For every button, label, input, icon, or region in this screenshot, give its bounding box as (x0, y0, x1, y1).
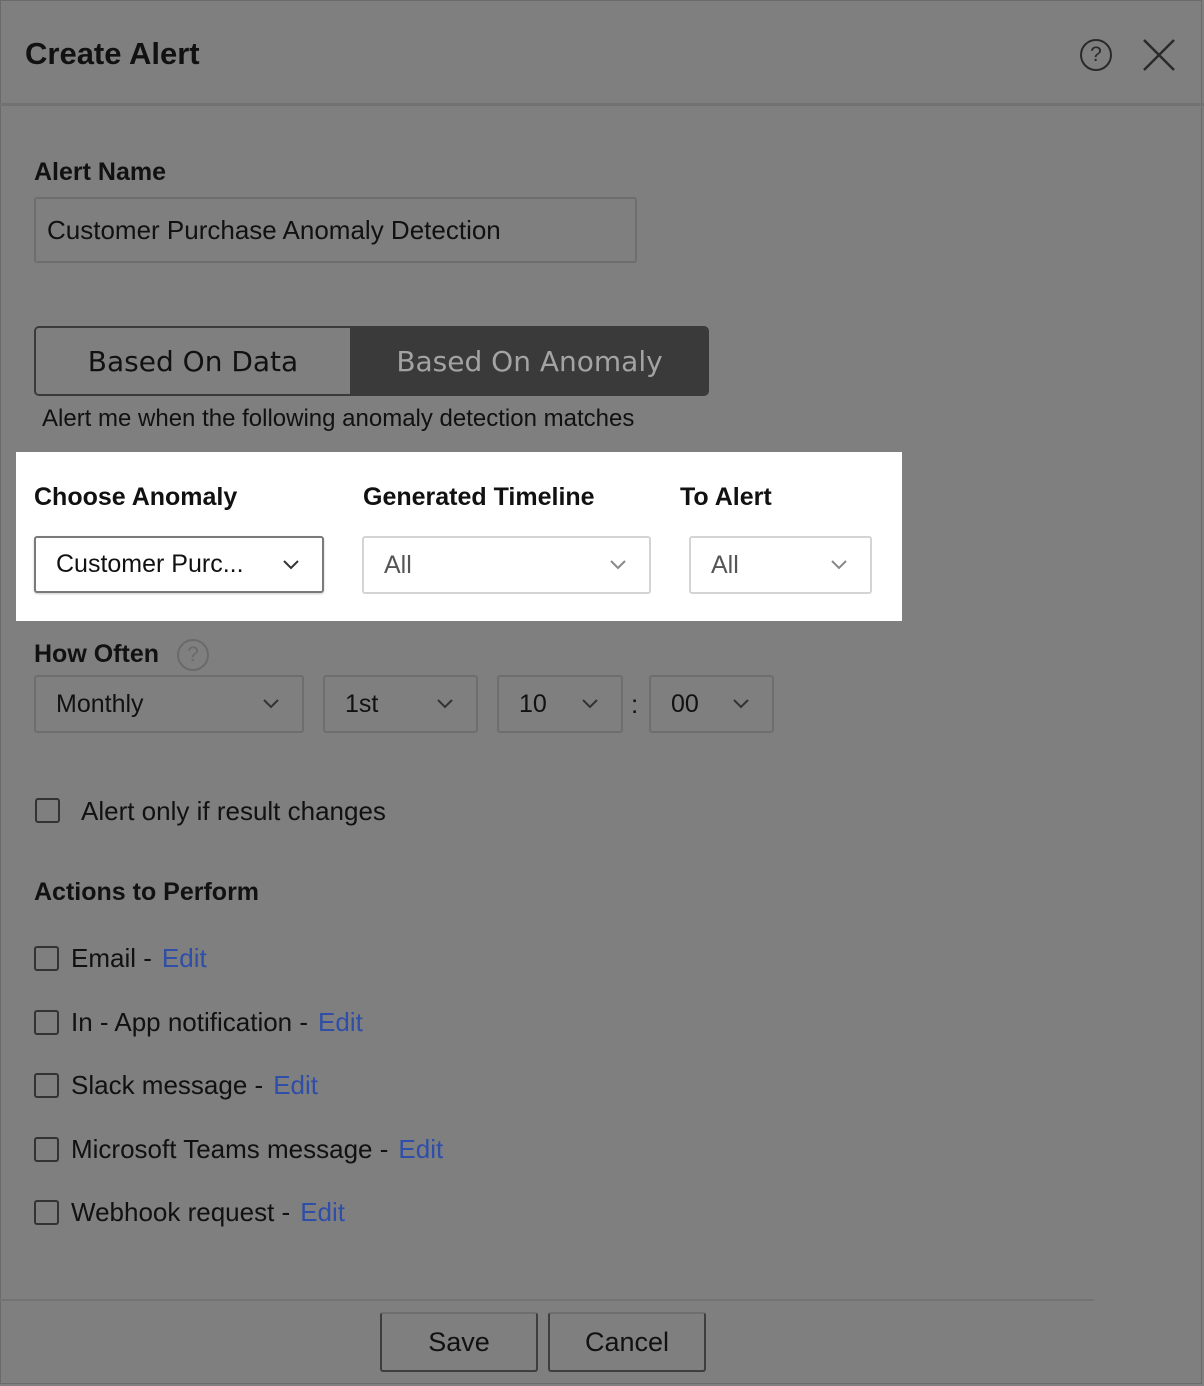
actions-heading: Actions to Perform (34, 878, 260, 906)
action-email: Email - Edit (34, 943, 207, 974)
webhook-checkbox[interactable] (34, 1200, 59, 1225)
how-often-label: How Often (34, 640, 159, 668)
minute-select[interactable]: 00 (649, 675, 774, 733)
day-value: 1st (345, 689, 379, 718)
to-alert-value: All (711, 550, 739, 579)
action-label: Email - (71, 943, 152, 973)
action-webhook: Webhook request - Edit (34, 1197, 345, 1228)
alert-name-value: Customer Purchase Anomaly Detection (47, 214, 501, 245)
action-slack: Slack message - Edit (34, 1070, 318, 1101)
help-icon[interactable]: ? (1080, 39, 1112, 71)
webhook-edit-link[interactable]: Edit (300, 1197, 345, 1228)
chevron-down-icon (831, 560, 847, 570)
generated-timeline-label: Generated Timeline (363, 483, 595, 511)
anomaly-settings-panel: Choose Anomaly Generated Timeline To Ale… (16, 452, 902, 621)
chevron-down-icon (437, 699, 453, 709)
hour-select[interactable]: 10 (497, 675, 623, 733)
to-alert-label: To Alert (680, 483, 772, 511)
time-separator: : (631, 689, 639, 719)
dialog-title: Create Alert (25, 36, 200, 71)
alert-name-label: Alert Name (34, 158, 166, 186)
chevron-down-icon (610, 560, 626, 570)
action-in-app: In - App notification - Edit (34, 1007, 363, 1038)
teams-checkbox[interactable] (34, 1137, 59, 1162)
chevron-down-icon (733, 699, 749, 709)
email-edit-link[interactable]: Edit (162, 943, 207, 974)
in-app-edit-link[interactable]: Edit (318, 1007, 363, 1038)
teams-edit-link[interactable]: Edit (398, 1134, 443, 1165)
dialog-header: Create Alert ? (0, 0, 1204, 106)
minute-value: 00 (671, 689, 699, 718)
action-label: Microsoft Teams message - (71, 1134, 389, 1164)
cancel-button[interactable]: Cancel (548, 1312, 706, 1372)
generated-timeline-select[interactable]: All (362, 536, 651, 594)
toggle-based-on-data[interactable]: Based On Data (36, 328, 352, 394)
chevron-down-icon (283, 559, 299, 569)
hour-value: 10 (519, 689, 547, 718)
choose-anomaly-select[interactable]: Customer Purc... (34, 536, 324, 593)
mode-toggle: Based On Data Based On Anomaly (34, 326, 709, 396)
slack-edit-link[interactable]: Edit (273, 1070, 318, 1101)
anomaly-description: Alert me when the following anomaly dete… (42, 405, 635, 432)
toggle-based-on-anomaly[interactable]: Based On Anomaly (352, 328, 707, 394)
chevron-down-icon (263, 699, 279, 709)
action-label: Slack message - (71, 1070, 264, 1100)
generated-timeline-value: All (384, 550, 412, 579)
slack-checkbox[interactable] (34, 1073, 59, 1098)
only-if-changes-label: Alert only if result changes (81, 796, 386, 826)
how-often-help-icon[interactable]: ? (177, 639, 209, 671)
alert-name-input[interactable]: Customer Purchase Anomaly Detection (34, 197, 637, 263)
footer-divider (0, 1299, 1094, 1301)
day-select[interactable]: 1st (323, 675, 478, 733)
close-icon[interactable] (1142, 38, 1176, 72)
action-label: In - App notification - (71, 1007, 309, 1037)
action-teams: Microsoft Teams message - Edit (34, 1134, 443, 1165)
save-button[interactable]: Save (380, 1312, 538, 1372)
frequency-select[interactable]: Monthly (34, 675, 304, 733)
in-app-checkbox[interactable] (34, 1010, 59, 1035)
chevron-down-icon (582, 699, 598, 709)
action-label: Webhook request - (71, 1197, 291, 1227)
choose-anomaly-value: Customer Purc... (56, 550, 244, 578)
frequency-value: Monthly (56, 689, 144, 718)
choose-anomaly-label: Choose Anomaly (34, 483, 238, 511)
to-alert-select[interactable]: All (689, 536, 872, 594)
email-checkbox[interactable] (34, 946, 59, 971)
only-if-changes-checkbox[interactable] (35, 798, 60, 823)
